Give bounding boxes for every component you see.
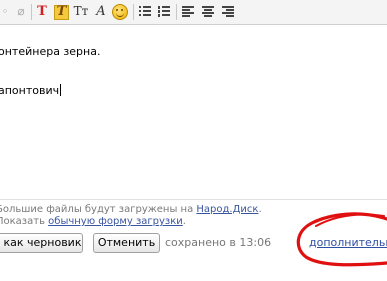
simple-upload-form-link[interactable]: обычную форму загрузки [48,216,183,227]
more-options-link[interactable]: дополнительны [309,236,387,249]
font-style-icon[interactable]: A [93,3,109,20]
editor-toolbar: ◦ ⌀ T T Tт A [0,0,387,25]
upload-form-text: Показать [0,216,49,227]
align-center-icon[interactable] [202,6,214,17]
numbered-list-icon[interactable] [158,6,170,17]
smiley-icon[interactable] [112,4,128,20]
upload-info-suffix: . [258,204,262,215]
narod-disk-link[interactable]: Народ.Диск [196,204,258,215]
toolbar-divider [176,4,177,20]
upload-form-suffix: . [182,216,186,227]
text-caret [60,84,62,96]
save-draft-button[interactable]: ь как черновик [0,233,83,253]
highlight-glyph: T [56,4,67,19]
editor-text-line: онтейнера зерна. [0,45,101,58]
saved-status: сохранено в 13:06 [165,236,272,249]
message-editor[interactable]: онтейнера зерна. апонтович [0,25,387,175]
align-left-icon[interactable] [182,6,194,17]
clear-format-icon[interactable]: ⌀ [13,3,29,20]
bullet-list-icon[interactable] [139,6,151,17]
cancel-button[interactable]: Отменить [93,233,160,253]
unknown-icon[interactable]: ◦ [0,3,10,20]
upload-info-text: Большие файлы будут загружены на [0,204,197,215]
align-right-icon[interactable] [222,6,234,17]
toolbar-divider [31,4,32,20]
toolbar-divider [133,4,134,20]
upload-form-line: Показать обычную форму загрузки. [0,216,186,227]
signature-text: апонтович [0,84,60,97]
editor-text-line: апонтович [0,84,62,97]
font-size-icon[interactable]: Tт [72,3,90,20]
upload-info-line: Большие файлы будут загружены на Народ.Д… [0,204,262,215]
text-color-icon[interactable]: T [35,3,49,20]
divider [0,199,387,200]
